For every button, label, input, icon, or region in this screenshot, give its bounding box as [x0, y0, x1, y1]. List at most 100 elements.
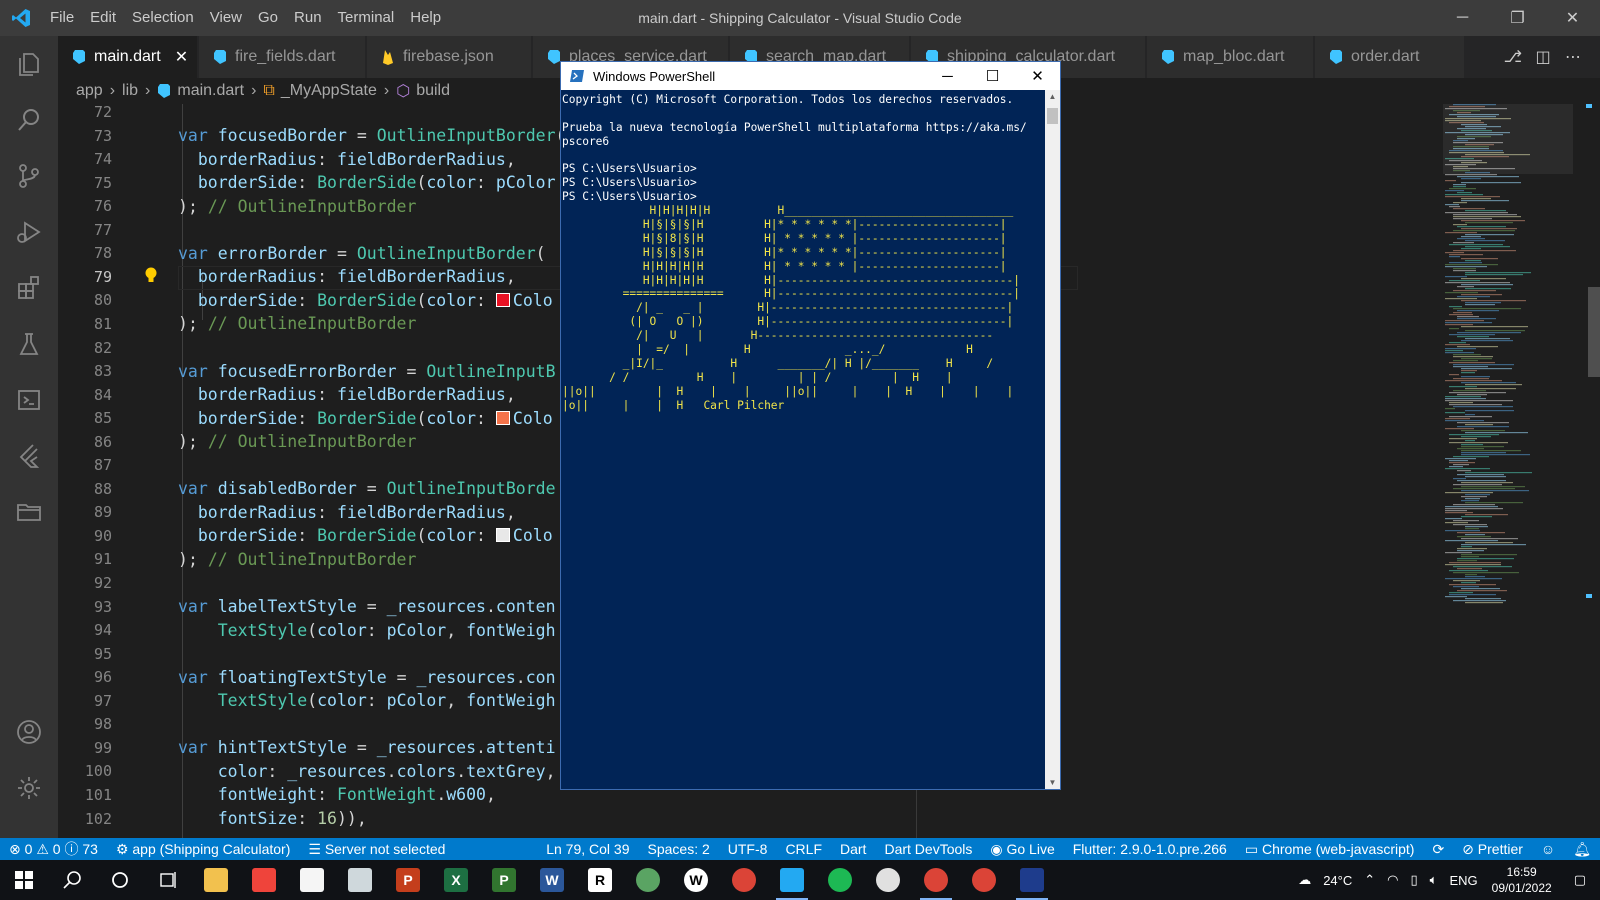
breadcrumb-item[interactable]: main.dart: [177, 82, 244, 100]
show-hidden-icons-icon[interactable]: ⌃: [1358, 872, 1381, 888]
start-icon[interactable]: [0, 860, 48, 900]
search-icon[interactable]: [0, 96, 58, 144]
project-icon[interactable]: P: [480, 860, 528, 900]
scrollbar-thumb[interactable]: [1047, 108, 1058, 124]
breadcrumb-item[interactable]: app: [76, 82, 103, 100]
cortana-icon[interactable]: [96, 860, 144, 900]
color-swatch[interactable]: [495, 410, 510, 425]
powershell-scrollbar[interactable]: ▲ ▼: [1045, 90, 1060, 789]
tab-map-bloc-dart[interactable]: map_bloc.dart: [1147, 36, 1314, 78]
menu-go[interactable]: Go: [250, 0, 286, 36]
word-icon[interactable]: W: [528, 860, 576, 900]
remote-explorer-icon[interactable]: [0, 376, 58, 424]
color-swatch[interactable]: [495, 528, 510, 543]
cursor-position[interactable]: Ln 79, Col 39: [537, 841, 638, 857]
powershell-console[interactable]: Copyright (C) Microsoft Corporation. Tod…: [561, 90, 1047, 789]
minimap[interactable]: [1443, 104, 1573, 838]
menu-help[interactable]: Help: [402, 0, 449, 36]
breadcrumb-item[interactable]: lib: [122, 82, 138, 100]
powerpoint-icon[interactable]: P: [384, 860, 432, 900]
breadcrumb-item[interactable]: _MyAppState: [281, 82, 377, 100]
go-live[interactable]: ◉ Go Live: [981, 841, 1063, 858]
menu-edit[interactable]: Edit: [82, 0, 124, 36]
notification-center-icon[interactable]: ▢: [1560, 872, 1600, 888]
weather-temperature[interactable]: 24°C: [1317, 873, 1358, 888]
language-indicator[interactable]: ENG: [1443, 873, 1483, 888]
network-icon[interactable]: ◠: [1381, 872, 1404, 888]
battery-icon[interactable]: ▯: [1405, 872, 1424, 888]
tab-close-button[interactable]: ✕: [175, 47, 188, 67]
wordpress-icon[interactable]: W: [672, 860, 720, 900]
code-line[interactable]: 102 fontSize: 16)),: [58, 807, 1058, 831]
menu-file[interactable]: File: [42, 0, 82, 36]
telegram-icon[interactable]: [624, 860, 672, 900]
settings-gear-icon[interactable]: [0, 764, 58, 812]
vscode-icon[interactable]: [768, 860, 816, 900]
notifications-icon[interactable]: 🔔︎: [1564, 841, 1600, 858]
scrollbar-thumb[interactable]: [1588, 287, 1600, 377]
clock-app-icon[interactable]: [864, 860, 912, 900]
powershell-icon[interactable]: [1008, 860, 1056, 900]
powershell-title-bar[interactable]: Windows PowerShell ─ ☐ ✕: [561, 62, 1060, 90]
encoding[interactable]: UTF-8: [719, 841, 777, 857]
minimize-button[interactable]: ─: [1435, 0, 1490, 36]
chrome-profile-icon[interactable]: [912, 860, 960, 900]
accounts-icon[interactable]: [0, 708, 58, 756]
excel-icon[interactable]: X: [432, 860, 480, 900]
volume-icon[interactable]: 🔈︎: [1424, 872, 1444, 888]
extensions-icon[interactable]: [0, 264, 58, 312]
scroll-up-icon[interactable]: ▲: [1045, 92, 1060, 101]
clock[interactable]: 16:59 09/01/2022: [1484, 864, 1560, 896]
chrome-beta-icon[interactable]: [960, 860, 1008, 900]
vscode-logo-icon[interactable]: [0, 0, 42, 36]
source-control-icon[interactable]: [0, 152, 58, 200]
minimap-viewport[interactable]: [1443, 104, 1573, 174]
close-button[interactable]: ✕: [1545, 0, 1600, 36]
device-selector[interactable]: ▭ Chrome (web-javascript): [1236, 841, 1424, 858]
folder-icon[interactable]: [0, 488, 58, 536]
prettier[interactable]: ⊘ Prettier: [1453, 841, 1532, 858]
run-debug-icon[interactable]: [0, 208, 58, 256]
run-dropdown-icon[interactable]: ⎇: [1498, 47, 1528, 67]
flutter-version[interactable]: Flutter: 2.9.0-1.0.pre.266: [1064, 841, 1236, 857]
spotify-icon[interactable]: [816, 860, 864, 900]
scroll-down-icon[interactable]: ▼: [1045, 778, 1060, 787]
camera-icon[interactable]: [336, 860, 384, 900]
weather-icon[interactable]: ☁: [1292, 872, 1317, 888]
problems-indicator[interactable]: ⊗ 0 ⚠ 0 ⓘ 73: [0, 839, 107, 859]
file-explorer-icon[interactable]: [192, 860, 240, 900]
powershell-window[interactable]: Windows PowerShell ─ ☐ ✕ Copyright (C) M…: [560, 61, 1061, 790]
task-view-icon[interactable]: [144, 860, 192, 900]
indentation[interactable]: Spaces: 2: [639, 841, 719, 857]
line-ending[interactable]: CRLF: [776, 841, 831, 857]
explorer-icon[interactable]: [0, 40, 58, 88]
menu-selection[interactable]: Selection: [124, 0, 202, 36]
flutter-device-target[interactable]: ⚙ app (Shipping Calculator): [107, 841, 299, 858]
color-swatch[interactable]: [495, 292, 510, 307]
tab-main-dart[interactable]: main.dart ✕: [58, 36, 198, 78]
menu-view[interactable]: View: [202, 0, 250, 36]
sync-icon[interactable]: ⟳: [1423, 841, 1453, 858]
search-icon[interactable]: [48, 860, 96, 900]
split-editor-icon[interactable]: ◫: [1528, 47, 1558, 67]
tab-fire-fields-dart[interactable]: fire_fields.dart: [199, 36, 366, 78]
menu-run[interactable]: Run: [286, 0, 330, 36]
flutter-icon[interactable]: [0, 432, 58, 480]
testing-icon[interactable]: [0, 320, 58, 368]
ps-maximize-button[interactable]: ☐: [970, 62, 1015, 90]
tab-firebase-json[interactable]: firebase.json: [367, 36, 532, 78]
tab-order-dart[interactable]: order.dart: [1315, 36, 1465, 78]
ps-minimize-button[interactable]: ─: [925, 62, 970, 90]
restore-button[interactable]: ❐: [1490, 0, 1545, 36]
store-icon[interactable]: [288, 860, 336, 900]
chrome-icon[interactable]: [720, 860, 768, 900]
language-mode[interactable]: Dart: [831, 841, 875, 857]
more-actions-icon[interactable]: ⋯: [1558, 47, 1588, 67]
server-indicator[interactable]: ☰ Server not selected: [299, 841, 454, 858]
editor-scrollbar[interactable]: [1586, 104, 1600, 838]
breadcrumb-item[interactable]: build: [416, 82, 450, 100]
ps-close-button[interactable]: ✕: [1015, 62, 1060, 90]
dart-devtools[interactable]: Dart DevTools: [875, 841, 981, 857]
anydesk-icon[interactable]: [240, 860, 288, 900]
menu-terminal[interactable]: Terminal: [330, 0, 403, 36]
